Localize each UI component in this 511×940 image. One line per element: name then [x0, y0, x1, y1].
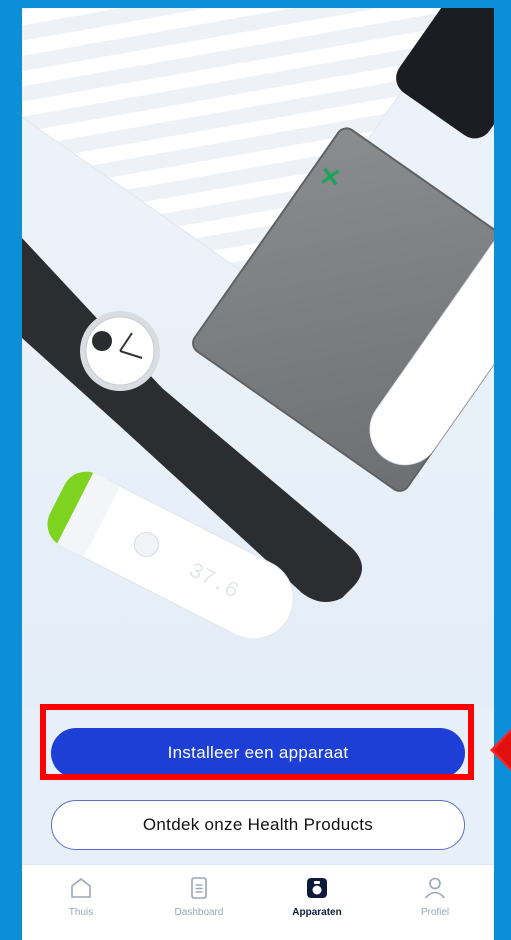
tab-thuis[interactable]: Thuis [22, 865, 140, 940]
tab-apparaten[interactable]: Apparaten [258, 865, 376, 940]
tab-profiel-label: Profiel [420, 907, 450, 918]
tab-apparaten-label: Apparaten [292, 907, 342, 918]
discover-products-label: Ontdek onze Health Products [142, 815, 374, 834]
install-device-label: Installeer een apparaat [167, 743, 349, 762]
tab-profiel[interactable]: Profiel [376, 865, 494, 940]
tab-dashboard[interactable]: Dashboard [140, 865, 258, 940]
pointer-arrow-fill [494, 732, 511, 768]
tab-thuis-label: Thuis [68, 907, 94, 918]
home-icon [71, 878, 91, 898]
devices-icon [307, 878, 327, 898]
install-device-button[interactable]: Installeer een apparaat [51, 728, 465, 778]
document-icon [191, 877, 207, 899]
product-hero-image: ✕ 37.6 [22, 8, 494, 708]
discover-products-button[interactable]: Ontdek onze Health Products [51, 800, 465, 850]
user-icon [424, 877, 446, 899]
tab-dashboard-label: Dashboard [174, 907, 224, 918]
app-screen: ✕ 37.6 Installeer een apparaat Ontdek on… [22, 8, 494, 940]
bottom-tab-bar: Thuis Dashboard Apparaten Profiel [22, 864, 494, 940]
